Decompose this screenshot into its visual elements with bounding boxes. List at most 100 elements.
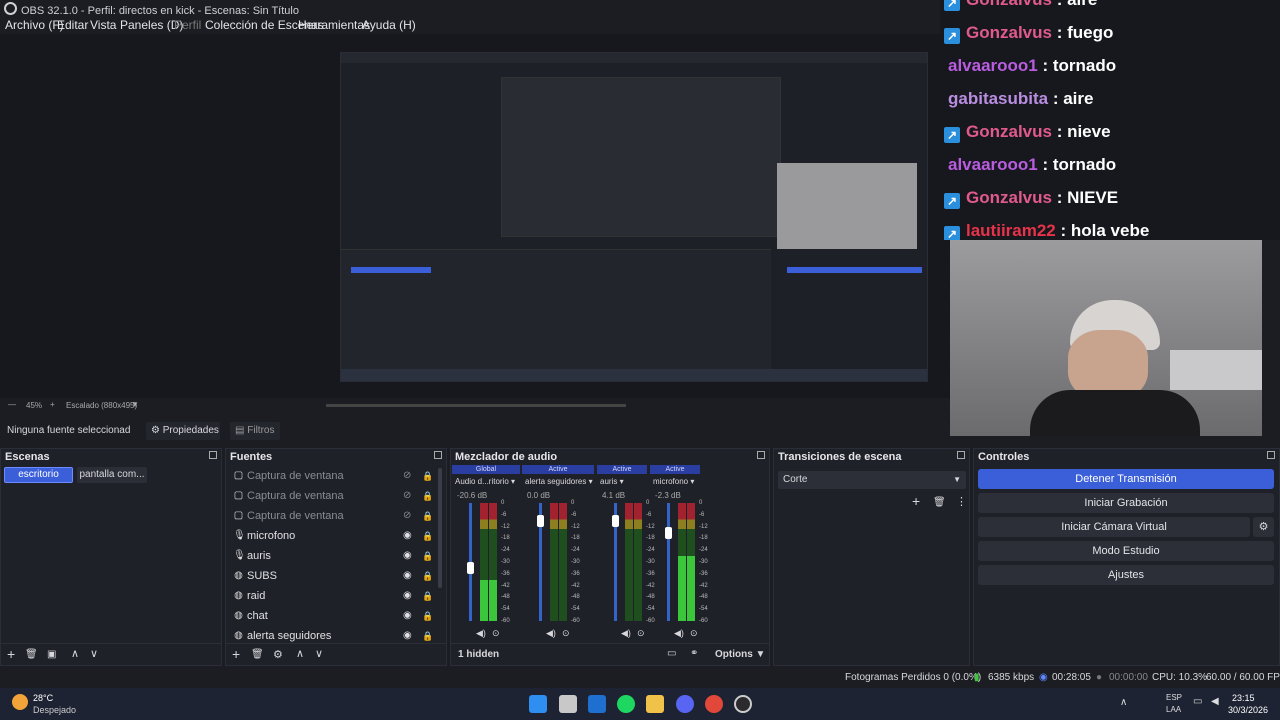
source-item[interactable]: ◍ raid ◉ 🔒 — [230, 586, 442, 606]
menu-herramientas[interactable]: Herramientas — [298, 18, 370, 32]
zoom-out-button[interactable]: — — [8, 400, 16, 409]
scale-dropdown-icon[interactable]: ▼ — [131, 400, 139, 409]
volume-icon[interactable]: ◀ — [1211, 696, 1219, 707]
menu-vista[interactable]: Vista — [90, 18, 116, 32]
menu-perfil[interactable]: Perfil — [174, 18, 201, 32]
options-button[interactable]: Options ▼ — [715, 649, 765, 660]
move-down-icon[interactable]: ∨ — [315, 647, 323, 660]
move-up-icon[interactable]: ∧ — [71, 647, 79, 660]
clock-date[interactable]: 30/3/2026 — [1228, 705, 1268, 715]
source-item[interactable]: ◍ chat ◉ 🔒 — [230, 606, 442, 626]
settings-button[interactable]: Ajustes — [978, 565, 1274, 585]
clock-time[interactable]: 23:15 — [1232, 693, 1255, 703]
eye-slash-icon[interactable]: ⊘ — [403, 466, 411, 486]
language-code[interactable]: ESP — [1166, 693, 1182, 702]
network-icon[interactable]: ▭ — [1193, 696, 1202, 707]
channel-name[interactable]: alerta seguidores ▾ — [525, 477, 593, 486]
trash-icon[interactable]: 🗑 — [25, 649, 38, 660]
undock-icon[interactable] — [434, 451, 442, 459]
source-item[interactable]: 🎙 microfono ◉ 🔒 — [230, 526, 442, 546]
source-item[interactable]: 🎙 auris ◉ 🔒 — [230, 546, 442, 566]
tray-chevron-icon[interactable]: ∧ — [1120, 697, 1127, 708]
source-item[interactable]: ◍ SUBS ◉ 🔒 — [230, 566, 442, 586]
eye-icon[interactable]: ◉ — [403, 626, 412, 646]
eye-icon[interactable]: ◉ — [403, 606, 412, 626]
task-view-icon[interactable] — [559, 695, 577, 713]
lock-icon[interactable]: 🔒 — [422, 466, 433, 486]
lock-icon[interactable]: 🔒 — [422, 586, 433, 606]
add-transition-button[interactable]: + — [912, 493, 920, 509]
gear-icon[interactable]: ⚙ — [273, 648, 283, 661]
language-layout[interactable]: LAA — [1166, 705, 1181, 714]
virtual-camera-settings[interactable]: ⚙ — [1253, 517, 1274, 537]
trash-icon[interactable]: 🗑 — [933, 497, 946, 508]
weather-temp[interactable]: 28°C — [33, 693, 53, 703]
source-item[interactable]: ▢ Captura de ventana ⊘ 🔒 — [230, 466, 442, 486]
lock-icon[interactable]: 🔒 — [422, 626, 433, 646]
source-item[interactable]: ◍ alerta seguidores ◉ 🔒 — [230, 626, 442, 646]
menu-editar[interactable]: Editar — [57, 18, 88, 32]
more-icon[interactable]: ⋮ — [956, 495, 967, 508]
trash-icon[interactable]: 🗑 — [251, 649, 264, 660]
channel-name[interactable]: Audio d...ritorio ▾ — [455, 477, 519, 486]
add-scene-button[interactable]: + — [7, 646, 15, 662]
virtual-camera-button[interactable]: Iniciar Cámara Virtual — [978, 517, 1250, 537]
scene-item-escritorio[interactable]: escritorio — [4, 467, 73, 483]
volume-fader-handle[interactable] — [467, 562, 474, 574]
speaker-icon[interactable]: ◀) — [546, 628, 556, 639]
hidden-count[interactable]: 1 hidden — [458, 649, 499, 660]
speaker-icon[interactable]: ◀) — [674, 628, 684, 639]
channel-name[interactable]: auris ▾ — [600, 477, 646, 486]
weather-desc[interactable]: Despejado — [33, 705, 76, 715]
undock-icon[interactable] — [757, 451, 765, 459]
source-item[interactable]: ▢ Captura de ventana ⊘ 🔒 — [230, 486, 442, 506]
zoom-in-button[interactable]: + — [50, 400, 55, 409]
channel-name[interactable]: microfono ▾ — [653, 477, 699, 486]
obs-icon[interactable] — [734, 695, 752, 713]
menu-archivo[interactable]: Archivo (F) — [5, 18, 64, 32]
properties-button[interactable]: ⚙ Propiedades — [146, 422, 220, 440]
source-item[interactable]: ▢ Captura de ventana ⊘ 🔒 — [230, 506, 442, 526]
lock-icon[interactable]: 🔒 — [422, 566, 433, 586]
lock-icon[interactable]: 🔒 — [422, 546, 433, 566]
eye-icon[interactable]: ◉ — [403, 526, 412, 546]
transition-select[interactable]: Corte ▼ — [778, 471, 966, 489]
link-icon[interactable]: ⚭ — [690, 648, 698, 659]
lock-icon[interactable]: 🔒 — [422, 606, 433, 626]
filters-button[interactable]: ▤ Filtros — [230, 422, 280, 440]
eye-slash-icon[interactable]: ⊘ — [403, 486, 411, 506]
eye-slash-icon[interactable]: ⊘ — [403, 506, 411, 526]
outlook-icon[interactable] — [588, 695, 606, 713]
stop-streaming-button[interactable]: Detener Transmisión — [978, 469, 1274, 489]
eye-icon[interactable]: ◉ — [403, 566, 412, 586]
monitor-icon[interactable]: ⊙ — [637, 628, 645, 639]
volume-fader-track[interactable] — [667, 503, 670, 621]
move-down-icon[interactable]: ∨ — [90, 647, 98, 660]
undock-icon[interactable] — [1267, 451, 1275, 459]
discord-icon[interactable] — [676, 695, 694, 713]
layout-icon[interactable]: ▭ — [667, 648, 676, 659]
preview-scrollbar[interactable] — [326, 404, 626, 407]
start-recording-button[interactable]: Iniciar Grabación — [978, 493, 1274, 513]
undock-icon[interactable] — [957, 451, 965, 459]
monitor-icon[interactable]: ⊙ — [690, 628, 698, 639]
sources-scrollbar[interactable] — [438, 468, 442, 588]
spotify-icon[interactable] — [617, 695, 635, 713]
menu-ayuda[interactable]: Ayuda (H) — [362, 18, 416, 32]
filter-icon[interactable]: ▣ — [47, 649, 56, 660]
scene-item-pantalla[interactable]: pantalla com... — [77, 467, 147, 483]
volume-fader-handle[interactable] — [537, 514, 544, 527]
lock-icon[interactable]: 🔒 — [422, 486, 433, 506]
lock-icon[interactable]: 🔒 — [422, 526, 433, 546]
speaker-icon[interactable]: ◀) — [621, 628, 631, 639]
studio-mode-button[interactable]: Modo Estudio — [978, 541, 1274, 561]
chrome-icon[interactable] — [705, 695, 723, 713]
volume-fader-handle[interactable] — [612, 514, 619, 527]
monitor-icon[interactable]: ⊙ — [562, 628, 570, 639]
speaker-icon[interactable]: ◀) — [476, 628, 486, 639]
undock-icon[interactable] — [209, 451, 217, 459]
eye-icon[interactable]: ◉ — [403, 546, 412, 566]
file-explorer-icon[interactable] — [646, 695, 664, 713]
monitor-icon[interactable]: ⊙ — [492, 628, 500, 639]
add-source-button[interactable]: + — [232, 646, 240, 662]
